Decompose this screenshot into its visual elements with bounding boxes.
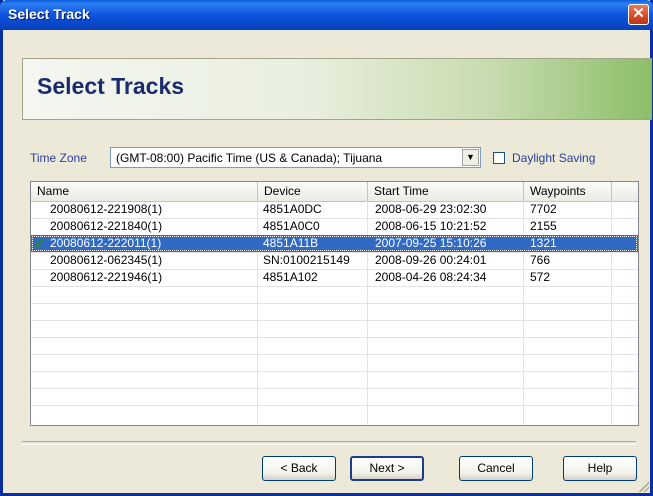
title-bar[interactable]: Select Track ✕ [0, 0, 653, 30]
column-header-device[interactable]: Device [258, 182, 368, 201]
cell-start-time: 2008-06-15 10:21:52 [375, 219, 487, 233]
cell-name: 20080612-062345(1) [50, 253, 163, 267]
daylight-saving-label[interactable]: Daylight Saving [512, 151, 595, 165]
cell-device: 4851A11B [263, 236, 319, 250]
checkmark-icon[interactable]: ✔ [34, 235, 48, 252]
tracks-table[interactable]: Name Device Start Time Waypoints 2008061… [30, 181, 639, 426]
cell-name: 20080612-222011(1) [50, 236, 162, 250]
header-banner: Select Tracks [22, 58, 652, 120]
cell-device: 4851A102 [263, 270, 318, 284]
row-gridline [31, 286, 638, 287]
back-button[interactable]: < Back [262, 456, 336, 481]
timezone-dropdown[interactable]: (GMT-08:00) Pacific Time (US & Canada); … [110, 147, 481, 168]
help-button[interactable]: Help [563, 456, 637, 481]
cell-waypoints: 1321 [530, 236, 557, 250]
cell-start-time: 2007-09-25 15:10:26 [375, 236, 487, 250]
row-gridline [31, 388, 638, 389]
cell-start-time: 2008-04-26 08:24:34 [375, 270, 487, 284]
next-button[interactable]: Next > [350, 456, 424, 481]
table-row[interactable]: 20080612-062345(1) SN:0100215149 2008-09… [31, 252, 638, 269]
cell-start-time: 2008-06-29 23:02:30 [375, 202, 487, 216]
column-header-name[interactable]: Name [31, 182, 258, 201]
column-header-filler [612, 182, 638, 201]
button-separator [22, 441, 636, 445]
row-gridline [31, 405, 638, 406]
daylight-saving-checkbox[interactable] [493, 152, 505, 164]
cell-device: SN:0100215149 [263, 253, 350, 267]
row-gridline [31, 354, 638, 355]
cell-waypoints: 2155 [530, 219, 557, 233]
table-row[interactable]: 20080612-221840(1) 4851A0C0 2008-06-15 1… [31, 218, 638, 235]
cell-start-time: 2008-09-26 00:24:01 [375, 253, 487, 267]
timezone-label: Time Zone [30, 151, 87, 165]
cell-name: 20080612-221946(1) [50, 270, 163, 284]
window-title: Select Track [8, 6, 90, 22]
table-row[interactable]: 20080612-221908(1) 4851A0DC 2008-06-29 2… [31, 201, 638, 218]
row-gridline [31, 303, 638, 304]
table-row[interactable]: 20080612-221946(1) 4851A102 2008-04-26 0… [31, 269, 638, 286]
cell-name: 20080612-221908(1) [50, 202, 163, 216]
column-header-waypoints[interactable]: Waypoints [524, 182, 612, 201]
cell-waypoints: 766 [530, 253, 551, 267]
row-gridline [31, 320, 638, 321]
table-header: Name Device Start Time Waypoints [31, 182, 638, 202]
cell-name: 20080612-221840(1) [50, 219, 163, 233]
cell-device: 4851A0C0 [263, 219, 320, 233]
cell-waypoints: 7702 [530, 202, 557, 216]
cell-device: 4851A0DC [263, 202, 322, 216]
cancel-button[interactable]: Cancel [459, 456, 533, 481]
cell-waypoints: 572 [530, 270, 551, 284]
chevron-down-icon[interactable]: ▼ [462, 149, 479, 166]
timezone-selected-value: (GMT-08:00) Pacific Time (US & Canada); … [116, 151, 383, 165]
close-icon[interactable]: ✕ [628, 4, 649, 25]
row-gridline [31, 337, 638, 338]
page-title: Select Tracks [37, 73, 185, 99]
column-header-start-time[interactable]: Start Time [368, 182, 524, 201]
table-row-selected[interactable]: ✔ 20080612-222011(1) 4851A11B 2007-09-25… [31, 235, 638, 252]
resize-grip-icon[interactable] [637, 480, 649, 492]
row-gridline [31, 371, 638, 372]
